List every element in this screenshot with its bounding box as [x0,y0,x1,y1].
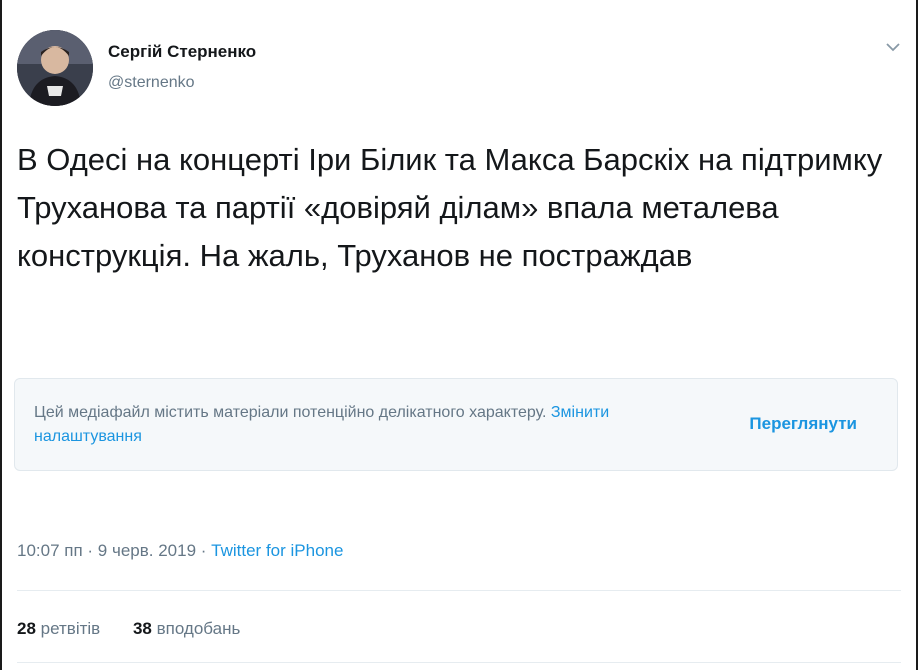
author-handle[interactable]: @sternenko [108,74,195,92]
notice-message: Цей медіафайл містить матеріали потенцій… [34,404,551,421]
chevron-down-icon[interactable] [884,40,902,54]
tweet-meta: 10:07 пп · 9 черв. 2019 · Twitter for iP… [17,541,343,561]
notice-text: Цей медіафайл містить матеріали потенцій… [34,401,674,449]
divider [17,662,901,663]
tweet-text: В Одесі на концерті Іри Білик та Макса Б… [17,142,883,273]
view-button[interactable]: Переглянути [749,414,857,434]
retweets-stat[interactable]: 28 ретвітів [17,619,100,638]
divider [17,590,901,591]
avatar[interactable] [17,30,93,106]
tweet-frame [0,0,918,670]
meta-separator: · [196,541,212,560]
sensitive-media-notice: Цей медіафайл містить матеріали потенцій… [14,378,898,471]
tweet-source[interactable]: Twitter for iPhone [211,541,343,560]
retweets-count: 28 [17,619,36,638]
retweets-label: ретвітів [40,619,101,638]
tweet-stats: 28 ретвітів 38 вподобань [17,619,268,639]
meta-separator: · [82,541,98,560]
tweet-date[interactable]: 9 черв. 2019 [98,541,196,560]
likes-stat[interactable]: 38 вподобань [133,619,240,638]
likes-label: вподобань [156,619,241,638]
author-name[interactable]: Сергій Стерненко [108,42,256,62]
likes-count: 38 [132,619,152,638]
tweet-time[interactable]: 10:07 пп [17,541,83,560]
